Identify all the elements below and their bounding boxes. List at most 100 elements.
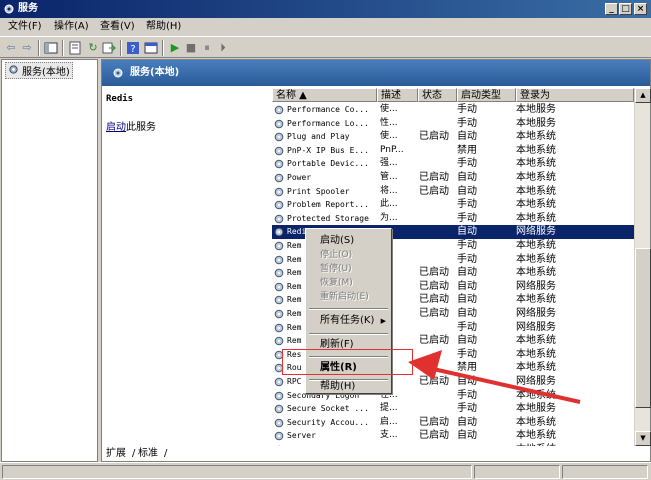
start-service-link[interactable]: 启动此服务 bbox=[106, 118, 156, 133]
close-button[interactable]: × bbox=[634, 3, 647, 15]
table-row[interactable]: PnP-X IP Bus E... PnP... 禁用 本地系统 bbox=[272, 144, 634, 158]
menu-help[interactable]: 帮助(H) bbox=[146, 18, 181, 36]
service-gear-icon bbox=[274, 173, 284, 183]
service-startup-type-cell: 自动 bbox=[457, 267, 477, 279]
column-header-status[interactable]: 状态 bbox=[418, 88, 457, 102]
service-startup-type-cell: 自动 bbox=[457, 131, 477, 143]
stop-service-icon[interactable]: ■ bbox=[184, 41, 198, 55]
service-logon-cell: 本地系统 bbox=[516, 430, 556, 442]
service-name-cell: Portable Devic... bbox=[287, 159, 369, 169]
menu-view[interactable]: 查看(V) bbox=[100, 18, 135, 36]
service-name-cell: Protected Storage bbox=[287, 213, 369, 223]
table-row[interactable]: Problem Report... 此... 手动 本地系统 bbox=[272, 198, 634, 212]
console-icon[interactable] bbox=[144, 41, 158, 55]
service-startup-type-cell: 自动 bbox=[457, 294, 477, 306]
scroll-thumb[interactable] bbox=[635, 248, 651, 408]
table-row[interactable]: Performance Lo... 性... 手动 本地服务 bbox=[272, 117, 634, 131]
table-row[interactable]: Portable Devic... 强... 手动 本地系统 bbox=[272, 157, 634, 171]
service-logon-cell: 网络服务 bbox=[516, 226, 556, 238]
help-icon[interactable]: ? bbox=[126, 41, 140, 55]
column-header-logon-as[interactable]: 登录为 bbox=[516, 88, 634, 102]
toolbar-separator bbox=[38, 40, 40, 56]
show-tree-icon[interactable] bbox=[44, 41, 58, 55]
service-logon-cell: 网络服务 bbox=[516, 308, 556, 319]
service-gear-icon bbox=[274, 391, 284, 400]
menu-file[interactable]: 文件(F) bbox=[8, 18, 42, 36]
service-gear-icon bbox=[274, 418, 284, 428]
tab-extended[interactable]: 扩展 bbox=[106, 446, 126, 462]
service-description-cell: 性... bbox=[380, 117, 398, 128]
service-gear-icon bbox=[274, 105, 284, 115]
service-startup-type-cell: 自动 bbox=[457, 226, 477, 238]
service-description-cell: 使... bbox=[380, 131, 398, 142]
service-status-cell: 已启动 bbox=[419, 267, 449, 279]
service-gear-icon bbox=[274, 432, 284, 441]
properties-list-icon[interactable] bbox=[68, 41, 82, 55]
service-name-cell: Power bbox=[287, 173, 312, 182]
service-name-cell: Print Spooler bbox=[287, 186, 350, 196]
service-status-cell: 已启动 bbox=[419, 280, 449, 292]
table-row[interactable]: Plug and Play 使... 已启动 自动 本地系统 bbox=[272, 130, 634, 144]
table-row[interactable]: Server 支... 已启动 自动 本地系统 bbox=[272, 429, 634, 443]
service-description-cell: 支... bbox=[380, 430, 398, 441]
column-header-startup-type[interactable]: 启动类型 bbox=[457, 88, 516, 102]
status-cell bbox=[474, 465, 560, 479]
service-gear-icon bbox=[274, 228, 284, 237]
minimize-button[interactable]: _ bbox=[605, 3, 618, 15]
column-header-name[interactable]: 名称 ▲ bbox=[272, 88, 377, 102]
service-gear-icon bbox=[274, 282, 284, 292]
service-startup-type-cell: 自动 bbox=[457, 172, 477, 183]
service-description-cell: PnP... bbox=[380, 144, 404, 155]
maximize-button[interactable]: □ bbox=[619, 3, 632, 15]
tab-standard[interactable]: 标准 bbox=[138, 446, 158, 462]
service-status-cell: 已启动 bbox=[419, 172, 449, 183]
refresh-icon[interactable]: ↻ bbox=[86, 41, 100, 55]
start-link-text[interactable]: 启动 bbox=[106, 122, 126, 133]
export-list-icon[interactable] bbox=[102, 41, 116, 55]
tab-divider: / bbox=[132, 448, 136, 459]
service-gear-icon bbox=[274, 241, 284, 251]
column-header-description[interactable]: 描述 bbox=[377, 88, 418, 102]
vertical-scrollbar[interactable]: ▲ ▼ bbox=[634, 88, 651, 446]
service-logon-cell: 本地系统 bbox=[516, 240, 556, 251]
table-row[interactable]: Protected Storage 为... 手动 本地系统 bbox=[272, 212, 634, 226]
toolbar-separator bbox=[162, 40, 164, 56]
service-startup-type-cell: 手动 bbox=[457, 104, 477, 115]
menu-item-all-tasks[interactable]: 所有任务(K) ▶ bbox=[306, 313, 391, 329]
table-row[interactable]: Print Spooler 将... 已启动 自动 本地系统 bbox=[272, 185, 634, 199]
service-gear-icon bbox=[274, 255, 284, 264]
service-gear-icon bbox=[274, 160, 284, 169]
service-description-cell: 将... bbox=[380, 185, 398, 196]
service-gear-icon bbox=[274, 119, 284, 128]
service-description-cell: 此... bbox=[380, 199, 398, 210]
start-service-icon[interactable]: ▶ bbox=[168, 41, 182, 55]
menu-item-help[interactable]: 帮助(H) bbox=[306, 379, 391, 395]
service-logon-cell: 本地系统 bbox=[516, 199, 556, 211]
selected-service-name: Redis bbox=[106, 94, 134, 104]
service-startup-type-cell: 手动 bbox=[457, 253, 477, 265]
menu-action[interactable]: 操作(A) bbox=[54, 18, 89, 36]
tree-item-services-local[interactable]: 服务(本地) bbox=[5, 62, 73, 79]
service-name-cell: Security Accou... bbox=[287, 417, 369, 427]
back-arrow-icon[interactable]: ⇦ bbox=[4, 41, 18, 55]
pause-service-icon[interactable]: ⏸ bbox=[200, 41, 214, 55]
toolbar-separator bbox=[120, 40, 122, 56]
table-row[interactable]: Power 管... 已启动 自动 本地系统 bbox=[272, 171, 634, 185]
forward-arrow-icon[interactable]: ⇨ bbox=[20, 41, 34, 55]
scroll-up-button[interactable]: ▲ bbox=[635, 88, 651, 103]
restart-service-icon[interactable]: ⏵ bbox=[216, 41, 230, 55]
service-gear-icon bbox=[274, 200, 284, 210]
services-gear-icon bbox=[113, 68, 123, 78]
tab-divider: / bbox=[164, 448, 168, 459]
service-gear-icon bbox=[274, 146, 284, 156]
table-row[interactable]: Performance Co... 使... 手动 本地服务 bbox=[272, 103, 634, 117]
service-logon-cell: 本地系统 bbox=[516, 144, 556, 156]
toolbar: ⇦ ⇨ ↻ ? ▶ ■ ⏸ ⏵ bbox=[0, 36, 651, 58]
service-description-cell: 为... bbox=[380, 212, 398, 223]
menu-item-all-tasks-label: 所有任务(K) bbox=[320, 315, 375, 326]
table-row[interactable]: 本地系统 bbox=[272, 443, 634, 446]
scroll-down-button[interactable]: ▼ bbox=[635, 431, 651, 446]
service-logon-cell: 本地系统 bbox=[516, 185, 556, 197]
status-cell bbox=[2, 465, 472, 479]
service-gear-icon bbox=[274, 187, 284, 196]
